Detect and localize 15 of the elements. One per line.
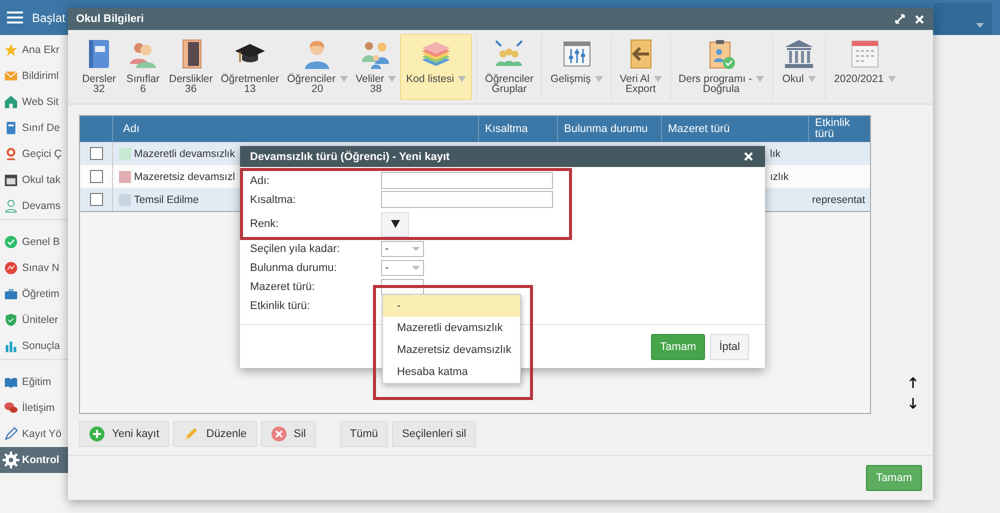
field-label: Renk: bbox=[250, 218, 280, 230]
field-label: Bulunma durumu: bbox=[250, 262, 338, 274]
table-cell: lık bbox=[770, 148, 780, 160]
row-name: Mazeretsiz devamsızl bbox=[134, 170, 235, 182]
field-label: Seçilen yıla kadar: bbox=[250, 242, 341, 254]
row-name: Mazeretli devamsızlık bbox=[134, 148, 235, 160]
field-label: Mazeret türü: bbox=[250, 280, 316, 292]
field-label: Etkinlik türü: bbox=[250, 300, 311, 312]
field-label: Adı: bbox=[250, 174, 271, 186]
window-title: Okul Bilgileri bbox=[76, 13, 144, 25]
table-cell: ızlık bbox=[770, 170, 789, 182]
field-label: Kısaltma: bbox=[250, 194, 297, 206]
row-name: Temsil Edilme bbox=[134, 194, 199, 206]
dialog-title: Devamsızlık türü (Öğrenci) - Yeni kayıt bbox=[250, 150, 450, 162]
table-cell: representat bbox=[812, 194, 866, 206]
